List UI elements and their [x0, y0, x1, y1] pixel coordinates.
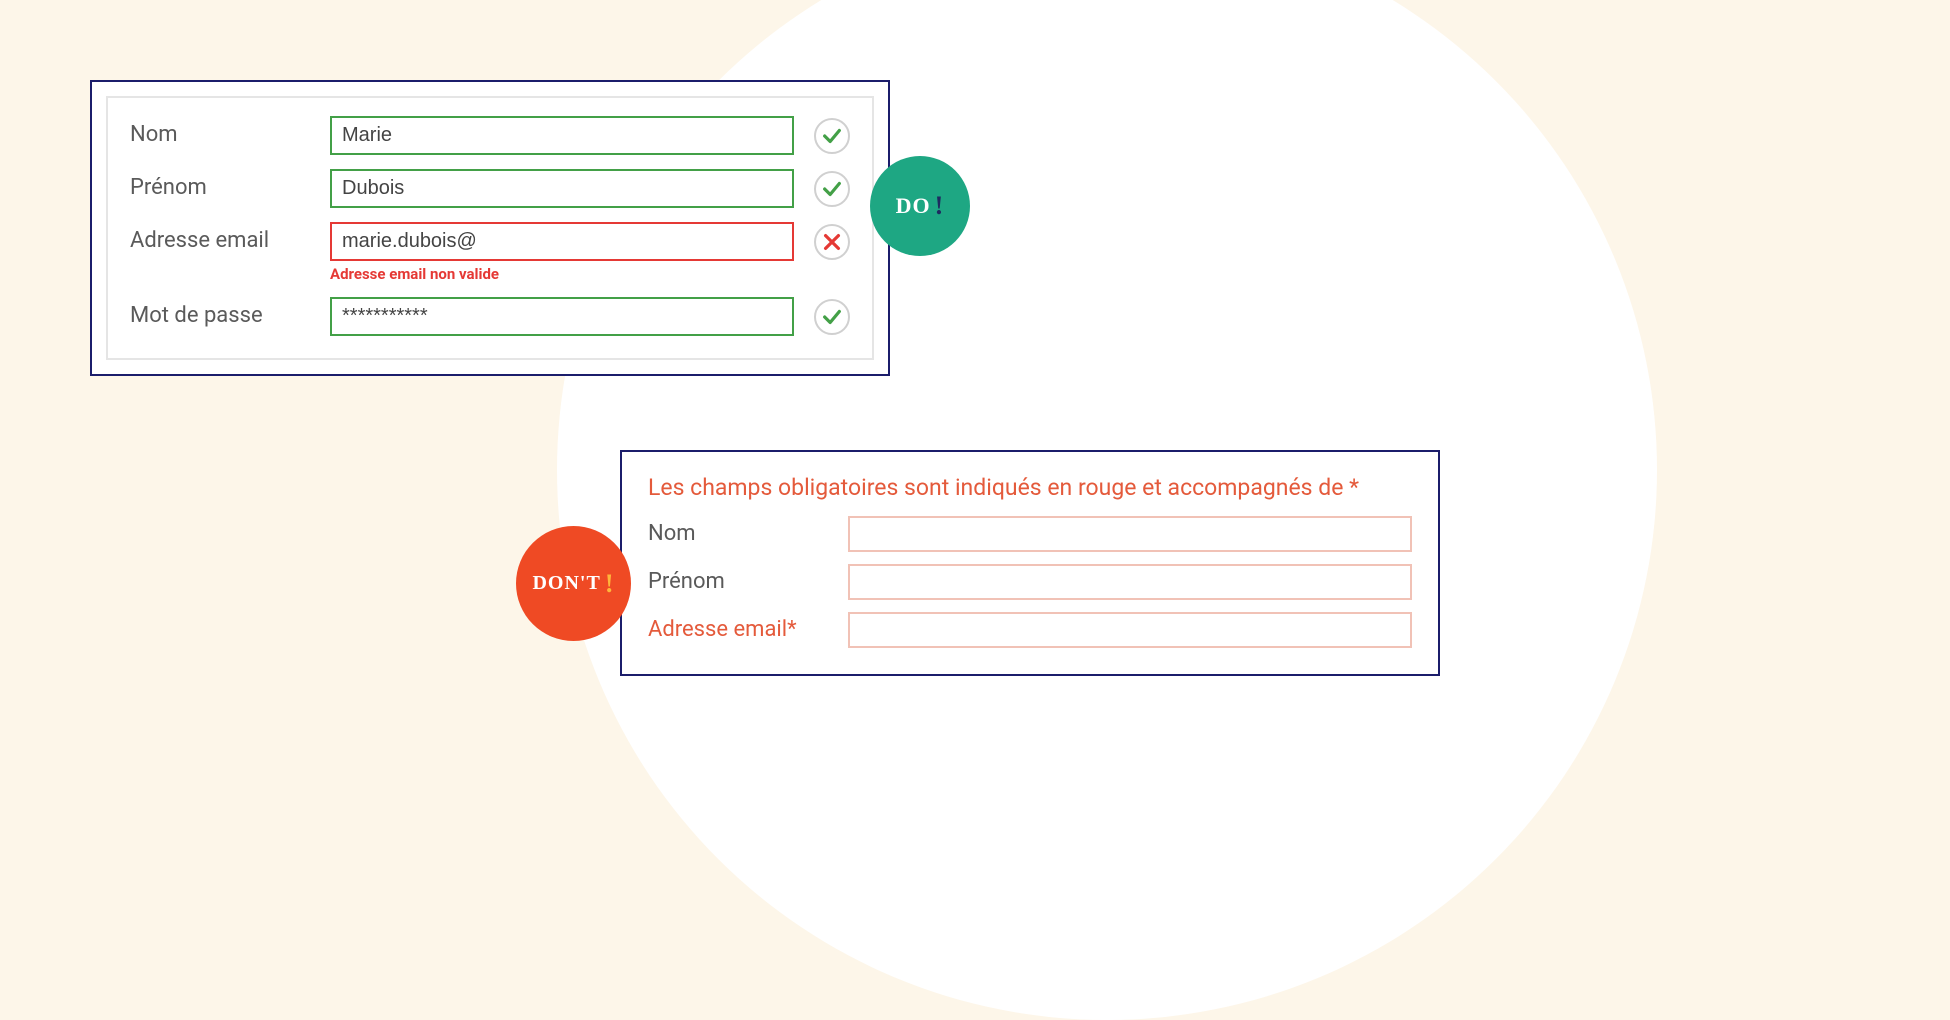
input-email[interactable]: [330, 222, 794, 261]
input-password[interactable]: [330, 297, 794, 336]
input-nom[interactable]: [330, 116, 794, 155]
dont-row-nom: Nom: [648, 516, 1412, 552]
do-badge-text: DO: [896, 193, 931, 219]
label-nom: Nom: [130, 116, 330, 147]
error-email: Adresse email non valide: [330, 265, 794, 283]
input-prenom[interactable]: [330, 169, 794, 208]
dont-label-prenom: Prénom: [648, 569, 848, 594]
exclamation-icon: !: [605, 569, 615, 599]
label-password: Mot de passe: [130, 297, 330, 328]
cross-icon: [814, 224, 850, 260]
dont-label-email: Adresse email*: [648, 617, 848, 642]
check-icon: [814, 299, 850, 335]
dont-heading: Les champs obligatoires sont indiqués en…: [648, 470, 1412, 506]
form-row-prenom: Prénom: [130, 169, 850, 208]
dont-row-prenom: Prénom: [648, 564, 1412, 600]
do-panel-inner: Nom Prénom Adresse email: [106, 96, 874, 360]
dont-input-email[interactable]: [848, 612, 1412, 648]
form-row-nom: Nom: [130, 116, 850, 155]
label-prenom: Prénom: [130, 169, 330, 200]
check-icon: [814, 171, 850, 207]
dont-input-nom[interactable]: [848, 516, 1412, 552]
dont-input-prenom[interactable]: [848, 564, 1412, 600]
do-badge: DO!: [870, 156, 970, 256]
dont-badge-text: DON'T: [532, 572, 600, 595]
do-panel: Nom Prénom Adresse email: [90, 80, 890, 376]
dont-row-email: Adresse email*: [648, 612, 1412, 648]
exclamation-icon: !: [935, 191, 945, 221]
check-icon: [814, 118, 850, 154]
form-row-password: Mot de passe: [130, 297, 850, 336]
label-email: Adresse email: [130, 222, 330, 253]
dont-label-nom: Nom: [648, 521, 848, 546]
form-row-email: Adresse email Adresse email non valide: [130, 222, 850, 283]
stage: Nom Prénom Adresse email: [0, 0, 1519, 789]
dont-badge: DON'T!: [516, 526, 631, 641]
dont-panel: Les champs obligatoires sont indiqués en…: [620, 450, 1440, 676]
